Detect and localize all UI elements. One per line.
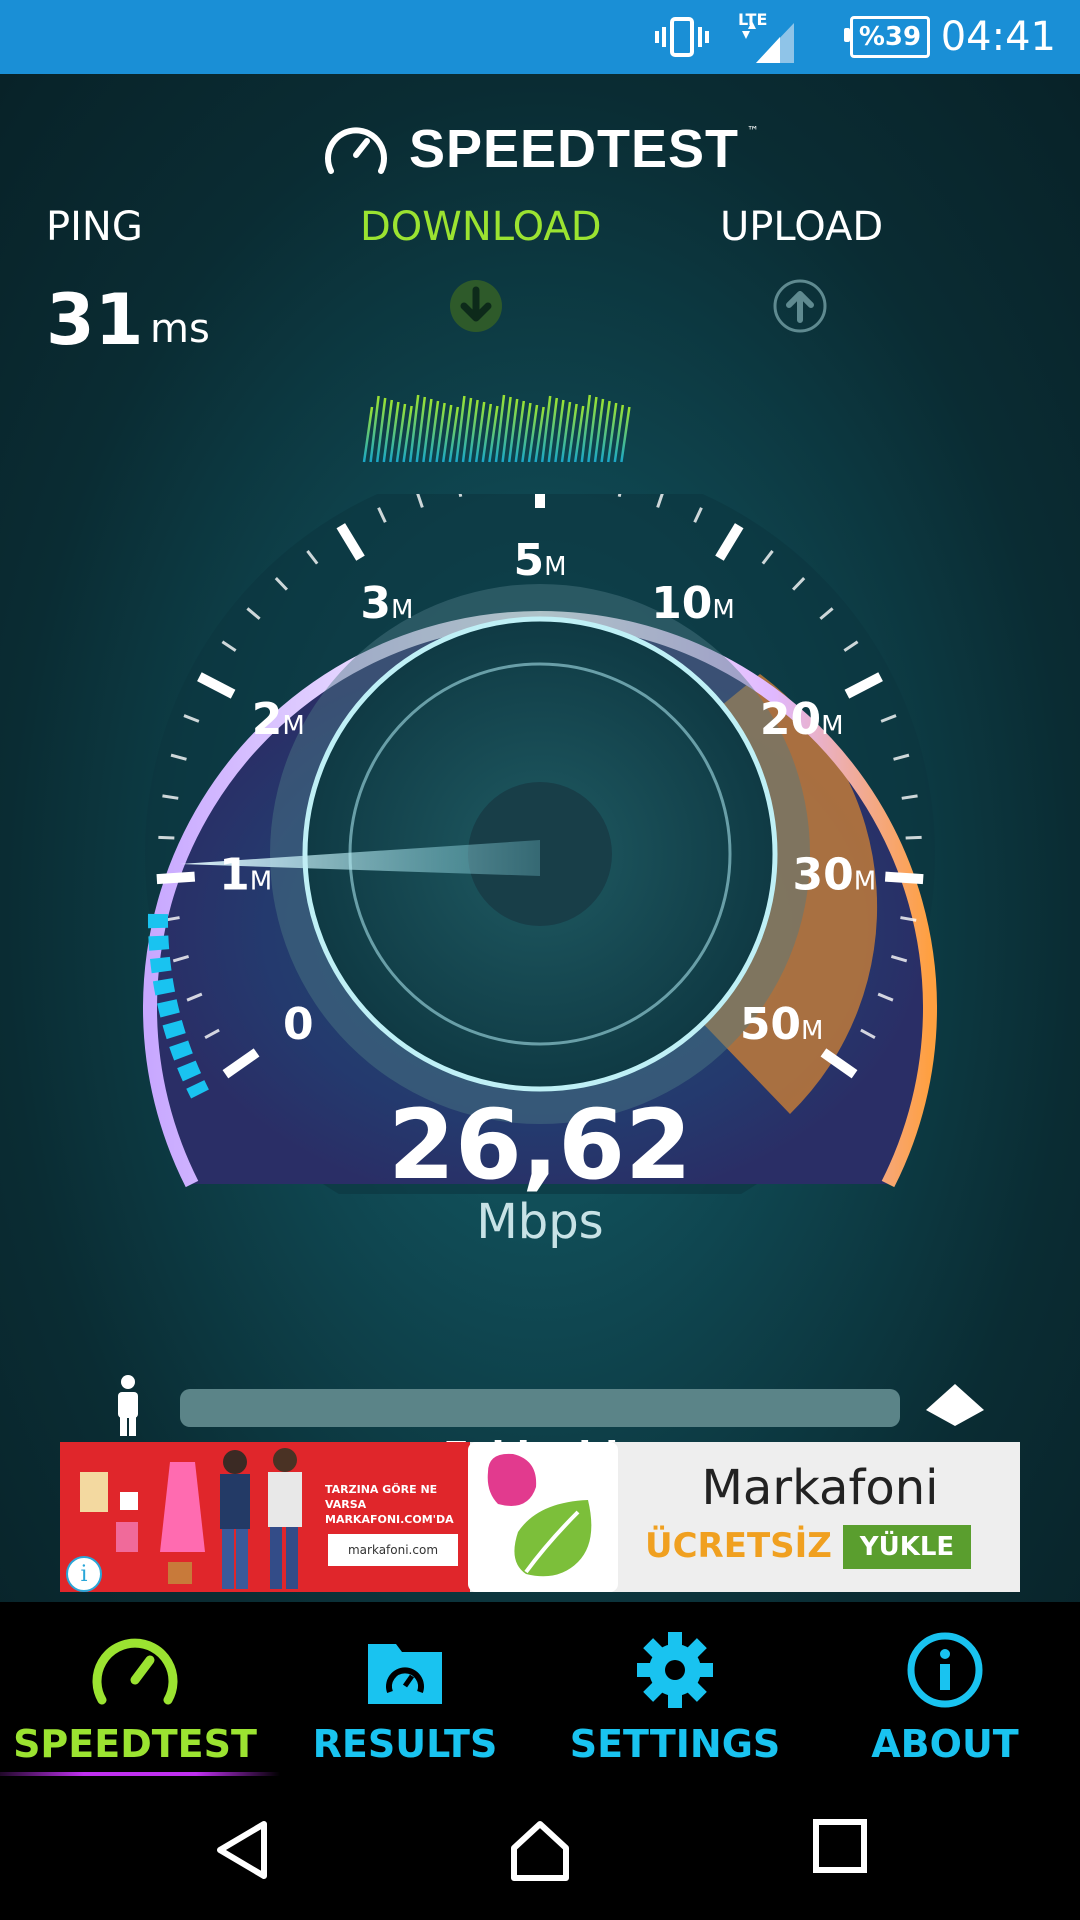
battery-icon: %39: [844, 0, 930, 74]
download-arrow-icon: [448, 278, 504, 338]
upload-arrow-icon: [772, 278, 828, 338]
download-label: DOWNLOAD: [360, 204, 602, 250]
clock: 04:41: [940, 14, 1056, 60]
tab-speedtest[interactable]: SPEEDTEST: [0, 1602, 270, 1778]
ping-value: 31: [46, 279, 144, 361]
speed-unit: Mbps: [476, 1194, 604, 1250]
gauge-minor-tick: [158, 835, 175, 840]
tab-label: ABOUT: [871, 1722, 1019, 1766]
speedometer-logo-icon: [324, 127, 387, 174]
info-icon: [810, 1630, 1080, 1710]
ping-unit: ms: [150, 306, 210, 352]
download-progress-graph: [360, 384, 632, 468]
results-folder-icon: [270, 1630, 540, 1710]
ad-image: TARZINA GÖRE NE VARSA MARKAFONI.COM'DA m…: [60, 1442, 470, 1592]
server-distance-bar: [180, 1389, 900, 1427]
logo-trademark: ™: [747, 124, 760, 138]
speedtest-screen: SPEEDTEST ™ PING DOWNLOAD UPLOAD 31 ms 0…: [0, 74, 1080, 1602]
tab-about[interactable]: ABOUT: [810, 1602, 1080, 1778]
ad-tagline: TARZINA GÖRE NE VARSA MARKAFONI.COM'DA: [325, 1483, 454, 1526]
gauge-major-tick: [156, 871, 196, 885]
system-nav-bar: [0, 1778, 1080, 1920]
ping-label: PING: [46, 204, 143, 250]
ad-free-label: ÜCRETSİZ: [645, 1526, 832, 1566]
speedometer-icon: [0, 1630, 270, 1710]
ad-brand-logo: markafoni.com: [328, 1534, 458, 1566]
signal-icon: LTE: [736, 0, 800, 74]
gauge-tick-label: 0: [283, 999, 314, 1050]
battery-level: %39: [844, 16, 930, 58]
ad-title: Markafoni: [701, 1460, 939, 1516]
tab-label: SETTINGS: [569, 1722, 781, 1766]
logo-text: SPEEDTEST: [408, 119, 740, 179]
user-location-icon: [112, 1374, 144, 1442]
ad-install-button[interactable]: YÜKLE: [843, 1525, 971, 1569]
vibrate-icon: [654, 0, 710, 74]
active-tab-indicator: [0, 1772, 280, 1776]
upload-label: UPLOAD: [720, 204, 884, 250]
gear-icon: [540, 1630, 810, 1710]
status-bar: LTE %39 04:41: [0, 0, 1080, 74]
tab-label: SPEEDTEST: [13, 1722, 257, 1766]
tab-results[interactable]: RESULTS: [270, 1602, 540, 1778]
gauge-minor-tick: [905, 835, 922, 840]
bottom-tab-bar: SPEEDTEST RESULTS SETTINGS ABOUT: [0, 1602, 1080, 1778]
recents-icon[interactable]: [812, 1818, 868, 1878]
app-logo: SPEEDTEST ™: [0, 114, 1080, 184]
server-icon: [924, 1380, 986, 1434]
speed-value: 26,62: [388, 1089, 692, 1201]
markafoni-logo-icon: [468, 1442, 618, 1592]
home-icon[interactable]: [508, 1818, 572, 1886]
ad-info-icon[interactable]: i: [66, 1556, 102, 1592]
back-icon[interactable]: [212, 1818, 272, 1886]
tab-settings[interactable]: SETTINGS: [540, 1602, 810, 1778]
ad-banner[interactable]: TARZINA GÖRE NE VARSA MARKAFONI.COM'DA m…: [60, 1442, 1020, 1592]
tab-label: RESULTS: [312, 1722, 498, 1766]
gauge-major-tick: [884, 871, 924, 885]
